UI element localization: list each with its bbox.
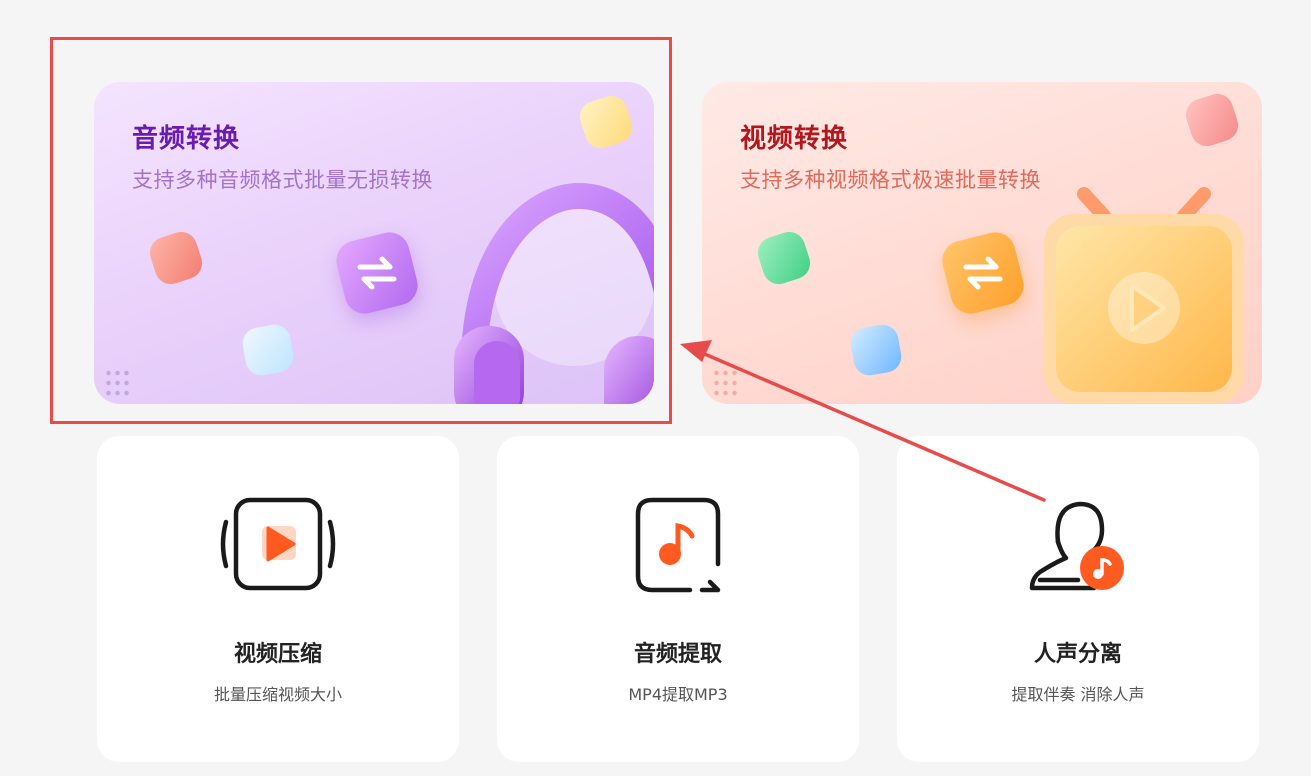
blue-cube-decoration bbox=[848, 322, 904, 378]
audio-convert-title: 音频转换 bbox=[132, 124, 241, 154]
audio-extract-icon bbox=[635, 497, 721, 593]
audio-extract-title: 音频提取 bbox=[633, 642, 722, 667]
dot-pattern-decoration bbox=[712, 368, 738, 398]
vocal-separation-icon bbox=[1029, 501, 1124, 591]
video-compress-subtitle: 批量压缩视频大小 bbox=[213, 685, 342, 704]
headphones-icon bbox=[454, 182, 654, 404]
pink-cube-decoration bbox=[1181, 89, 1243, 151]
video-convert-card[interactable]: 视频转换 支持多种视频格式极速批量转换 bbox=[702, 82, 1262, 404]
swap-icon bbox=[938, 228, 1028, 318]
vocal-separation-subtitle: 提取伴奏 消除人声 bbox=[1011, 685, 1145, 704]
video-convert-title: 视频转换 bbox=[740, 124, 849, 154]
yellow-cube-decoration bbox=[575, 91, 637, 153]
audio-convert-subtitle: 支持多种音频格式批量无损转换 bbox=[132, 168, 433, 192]
video-compress-title: 视频压缩 bbox=[233, 642, 322, 667]
red-cube-decoration bbox=[145, 227, 207, 289]
video-compress-card[interactable]: 视频压缩 批量压缩视频大小 bbox=[97, 436, 459, 762]
feature-grid: 音频转换 支持多种音频格式批量无损转换 视频转换 支持多种视频格式极速批量转换 … bbox=[0, 0, 1311, 776]
blue-cube-decoration bbox=[240, 322, 296, 378]
vocal-separation-title: 人声分离 bbox=[1033, 642, 1122, 667]
video-compress-icon bbox=[220, 497, 336, 591]
dot-pattern-decoration bbox=[104, 368, 130, 398]
audio-extract-subtitle: MP4提取MP3 bbox=[628, 685, 728, 704]
audio-extract-card[interactable]: 音频提取 MP4提取MP3 bbox=[497, 436, 859, 762]
green-cube-decoration bbox=[753, 227, 815, 289]
tv-play-icon bbox=[1044, 187, 1244, 404]
vocal-separation-card[interactable]: 人声分离 提取伴奏 消除人声 bbox=[897, 436, 1259, 762]
audio-convert-card[interactable]: 音频转换 支持多种音频格式批量无损转换 bbox=[94, 82, 654, 404]
video-convert-subtitle: 支持多种视频格式极速批量转换 bbox=[740, 168, 1041, 192]
swap-icon bbox=[332, 228, 422, 318]
